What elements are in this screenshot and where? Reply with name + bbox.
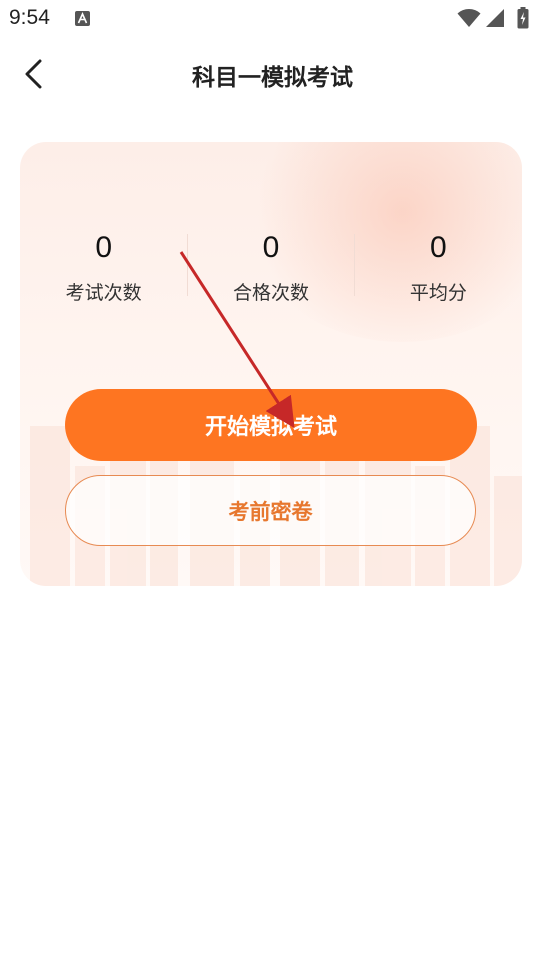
status-time: 9:54	[9, 6, 50, 29]
page-title: 科目一模拟考试	[192, 65, 353, 91]
city-skyline-decoration	[30, 396, 522, 586]
signal-icon	[486, 9, 504, 27]
stat-label: 平均分	[409, 282, 467, 304]
stat-label: 考试次数	[65, 282, 142, 304]
stat-average-score: 0 平均分	[355, 230, 522, 310]
start-mock-exam-button[interactable]: 开始模拟考试	[65, 389, 477, 461]
stat-value: 0	[429, 231, 447, 264]
stat-value: 0	[262, 231, 280, 264]
battery-charging-icon	[517, 7, 529, 29]
pre-exam-paper-button[interactable]: 考前密卷	[65, 475, 476, 546]
wifi-icon	[457, 9, 481, 27]
status-bar: 9:54	[0, 0, 545, 38]
stat-label: 合格次数	[232, 282, 309, 304]
stats-row: 0 考试次数 0 合格次数 0 平均分	[20, 230, 522, 310]
a-notification-icon	[75, 11, 90, 26]
stat-pass-count: 0 合格次数	[187, 230, 355, 310]
exam-summary-card: 0 考试次数 0 合格次数 0 平均分 开始模拟考试 考前密卷	[20, 142, 522, 586]
divider	[187, 234, 189, 296]
header: 科目一模拟考试	[0, 40, 545, 110]
stat-value: 0	[95, 231, 112, 264]
stat-exam-count: 0 考试次数	[20, 230, 187, 310]
